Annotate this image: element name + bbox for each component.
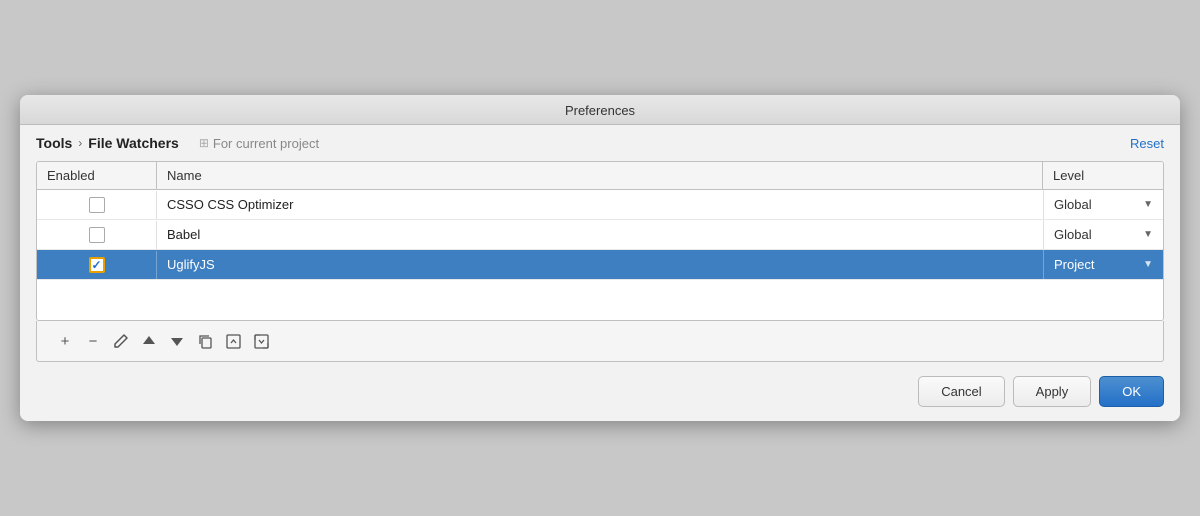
table-row[interactable]: CSSO CSS Optimizer Global ▼ <box>37 190 1163 220</box>
collapse-button[interactable] <box>221 329 245 353</box>
enabled-checkbox[interactable] <box>89 197 105 213</box>
watcher-name: Babel <box>167 227 200 242</box>
down-arrow-icon <box>170 334 184 348</box>
level-value: Project <box>1054 257 1094 272</box>
row-name-cell: CSSO CSS Optimizer <box>157 190 1043 219</box>
expand-button[interactable] <box>249 329 273 353</box>
dialog-title: Preferences <box>565 103 635 118</box>
level-dropdown-arrow[interactable]: ▼ <box>1143 199 1153 210</box>
col-header-enabled: Enabled <box>37 162 157 189</box>
watcher-name: CSSO CSS Optimizer <box>167 197 293 212</box>
document-icon: ⊞ <box>199 136 209 150</box>
up-arrow-icon <box>142 334 156 348</box>
row-enabled-cell <box>37 251 157 279</box>
remove-button[interactable]: − <box>81 329 105 353</box>
table-row[interactable]: Babel Global ▼ <box>37 220 1163 250</box>
reset-button[interactable]: Reset <box>1130 136 1164 151</box>
table-header: Enabled Name Level <box>37 162 1163 190</box>
breadcrumb-separator: › <box>78 136 82 150</box>
apply-button[interactable]: Apply <box>1013 376 1092 407</box>
row-enabled-cell <box>37 191 157 219</box>
row-level-cell: Global ▼ <box>1043 190 1163 219</box>
expand-icon <box>254 334 269 349</box>
enabled-checkbox[interactable] <box>89 227 105 243</box>
preferences-dialog: Preferences Tools › File Watchers ⊞ For … <box>20 95 1180 421</box>
col-header-name: Name <box>157 162 1043 189</box>
for-project-text: For current project <box>213 136 319 151</box>
for-project-label: ⊞ For current project <box>199 136 319 151</box>
edit-button[interactable] <box>109 329 133 353</box>
row-level-cell: Project ▼ <box>1043 250 1163 279</box>
title-bar: Preferences <box>20 95 1180 125</box>
add-button[interactable]: + <box>53 329 77 353</box>
pencil-icon <box>113 333 129 349</box>
row-level-cell: Global ▼ <box>1043 220 1163 249</box>
breadcrumb-tools[interactable]: Tools <box>36 135 72 151</box>
move-down-button[interactable] <box>165 329 189 353</box>
enabled-checkbox[interactable] <box>89 257 105 273</box>
watcher-name: UglifyJS <box>167 257 215 272</box>
header: Tools › File Watchers ⊞ For current proj… <box>20 125 1180 161</box>
cancel-button[interactable]: Cancel <box>918 376 1004 407</box>
row-name-cell: Babel <box>157 220 1043 249</box>
copy-icon <box>198 334 213 349</box>
ok-button[interactable]: OK <box>1099 376 1164 407</box>
footer: Cancel Apply OK <box>20 362 1180 421</box>
file-watchers-table: Enabled Name Level CSSO CSS Optimizer Gl… <box>36 161 1164 321</box>
move-up-button[interactable] <box>137 329 161 353</box>
toolbar: + − <box>36 321 1164 362</box>
level-value: Global <box>1054 227 1092 242</box>
breadcrumb-current: File Watchers <box>88 135 179 151</box>
row-name-cell: UglifyJS <box>157 250 1043 279</box>
copy-button[interactable] <box>193 329 217 353</box>
table-row[interactable]: UglifyJS Project ▼ <box>37 250 1163 280</box>
empty-row <box>37 280 1163 320</box>
level-dropdown-arrow[interactable]: ▼ <box>1143 229 1153 240</box>
col-header-level: Level <box>1043 162 1163 189</box>
collapse-icon <box>226 334 241 349</box>
breadcrumb: Tools › File Watchers <box>36 135 179 151</box>
row-enabled-cell <box>37 221 157 249</box>
level-dropdown-arrow[interactable]: ▼ <box>1143 259 1153 270</box>
level-value: Global <box>1054 197 1092 212</box>
